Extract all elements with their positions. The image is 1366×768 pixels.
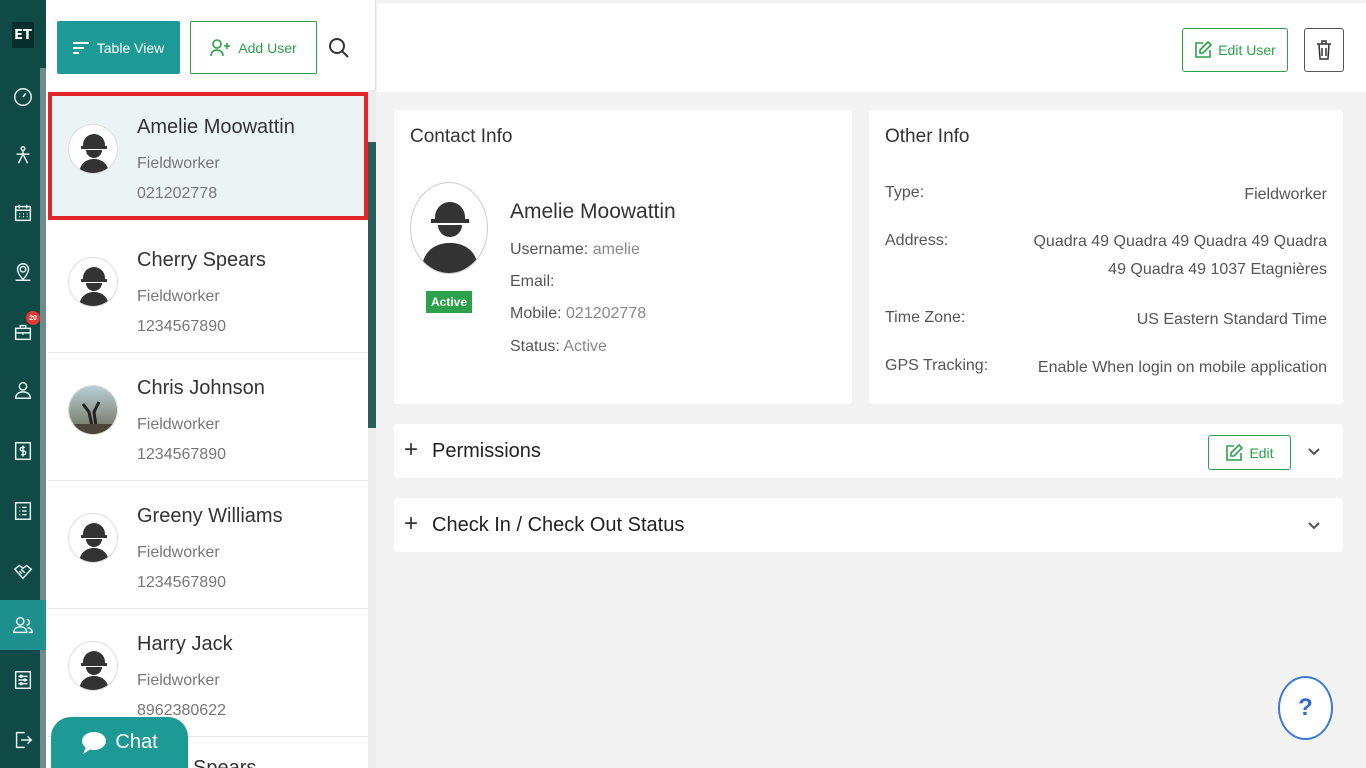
worker-avatar: [68, 513, 118, 563]
photo-avatar: [68, 385, 118, 435]
contact-info-card: Contact Info Active Amelie Moowattin Use…: [394, 110, 852, 404]
other-info-title: Other Info: [885, 126, 970, 147]
edit-icon: [1226, 443, 1244, 461]
calendar-icon[interactable]: [0, 193, 46, 233]
status-badge: Active: [426, 291, 472, 313]
edit-user-label: Edit User: [1218, 42, 1276, 58]
customer-icon[interactable]: [0, 370, 46, 410]
mobile-value: 021202778: [566, 305, 647, 322]
user-phone: 021202778: [137, 185, 218, 202]
worker-avatar: [68, 641, 118, 691]
gps-label: GPS Tracking:: [885, 357, 989, 374]
user-role: Fieldworker: [137, 672, 220, 689]
user-list-item[interactable]: Chris Johnson Fieldworker 1234567890: [48, 353, 368, 481]
status-value: Active: [563, 338, 607, 355]
timezone-label: Time Zone:: [885, 309, 966, 326]
routing-icon[interactable]: [0, 135, 46, 175]
mobile-label: Mobile:: [510, 305, 562, 322]
user-name: Cherry Spears: [137, 249, 266, 271]
user-name: Spears: [193, 757, 257, 768]
table-view-label: Table View: [96, 39, 165, 56]
left-nav-rail: ET 20: [0, 0, 46, 768]
add-user-button[interactable]: Add User: [190, 21, 317, 74]
status-row: Status: Active: [510, 338, 607, 356]
user-list-item[interactable]: Amelie Moowattin Fieldworker 021202778: [48, 92, 368, 220]
user-list-item[interactable]: Greeny Williams Fieldworker 1234567890: [48, 481, 368, 609]
list-toolbar: Table View Add User: [46, 0, 376, 90]
add-user-label: Add User: [238, 39, 297, 56]
permissions-title[interactable]: Permissions: [432, 440, 541, 463]
user-phone: 1234567890: [137, 446, 226, 463]
email-row: Email:: [510, 273, 554, 291]
checkin-title[interactable]: Check In / Check Out Status: [432, 514, 684, 537]
contact-avatar: [410, 182, 488, 274]
plus-icon[interactable]: +: [404, 438, 418, 462]
user-name: Amelie Moowattin: [137, 116, 295, 138]
dashboard-icon[interactable]: [0, 77, 46, 117]
user-name: Greeny Williams: [137, 505, 283, 527]
other-info-card: Other Info Type: Fieldworker Address: Quad…: [869, 110, 1343, 404]
user-name: Harry Jack: [137, 633, 233, 655]
checkin-accordion[interactable]: + Check In / Check Out Status: [394, 498, 1343, 552]
trash-icon: [1317, 40, 1331, 60]
username-value: amelie: [592, 241, 640, 258]
user-role: Fieldworker: [137, 288, 220, 305]
chat-label: Chat: [115, 731, 158, 753]
invoice-icon[interactable]: [0, 431, 46, 471]
user-role: Fieldworker: [137, 155, 220, 172]
timezone-value: US Eastern Standard Time: [1136, 311, 1327, 328]
list-icon[interactable]: [0, 491, 46, 531]
help-button[interactable]: ?: [1278, 676, 1333, 740]
table-view-button[interactable]: Table View: [57, 21, 180, 74]
list-scrollbar-thumb[interactable]: [368, 142, 376, 428]
contact-name: Amelie Moowattin: [510, 200, 676, 223]
type-label: Type:: [885, 184, 925, 201]
delete-user-button[interactable]: [1304, 28, 1344, 72]
detail-header: Edit User: [377, 0, 1366, 92]
user-role: Fieldworker: [137, 416, 220, 433]
list-scrollbar[interactable]: [368, 90, 376, 768]
notification-badge: 20: [26, 311, 40, 325]
mobile-row: Mobile: 021202778: [510, 305, 646, 323]
permissions-accordion[interactable]: + Permissions Edit: [394, 424, 1343, 478]
users-icon[interactable]: [0, 600, 46, 650]
user-name: Chris Johnson: [137, 377, 265, 399]
map-pin-icon[interactable]: [0, 252, 46, 292]
app-logo[interactable]: ET: [12, 22, 34, 48]
worker-avatar: [68, 124, 118, 174]
handshake-icon[interactable]: [0, 551, 46, 591]
email-label: Email:: [510, 273, 555, 290]
user-phone: 1234567890: [137, 574, 226, 591]
edit-icon: [1195, 41, 1213, 58]
address-label: Address:: [885, 232, 949, 249]
edit-label: Edit: [1249, 444, 1274, 461]
gps-value: Enable When login on mobile application: [1037, 359, 1327, 376]
username-label: Username:: [510, 241, 589, 258]
edit-user-button[interactable]: Edit User: [1182, 28, 1288, 72]
status-label: Status:: [510, 338, 560, 355]
settings-icon[interactable]: [0, 660, 46, 700]
username-row: Username: amelie: [510, 241, 640, 259]
address-value: Quadra 49 Quadra 49 Quadra 49 Quadra 49 …: [1033, 233, 1327, 278]
add-user-icon: [210, 38, 231, 56]
type-value: Fieldworker: [1244, 186, 1327, 203]
chat-button[interactable]: Chat: [51, 717, 188, 768]
logout-icon[interactable]: [0, 720, 46, 760]
user-list-item[interactable]: Cherry Spears Fieldworker 1234567890: [48, 225, 368, 353]
chevron-down-icon[interactable]: [1307, 518, 1321, 532]
contact-info-title: Contact Info: [410, 126, 513, 147]
search-icon[interactable]: [328, 37, 350, 59]
user-list-panel: Table View Add User Amelie Moowattin Fie…: [46, 0, 376, 768]
edit-permissions-button[interactable]: Edit: [1208, 435, 1291, 470]
plus-icon[interactable]: +: [404, 512, 418, 536]
user-phone: 1234567890: [137, 318, 226, 335]
sort-lines-icon: [72, 41, 89, 54]
user-role: Fieldworker: [137, 544, 220, 561]
chat-bubble-icon: [82, 731, 107, 754]
worker-avatar: [68, 257, 118, 307]
chevron-down-icon[interactable]: [1307, 444, 1321, 458]
